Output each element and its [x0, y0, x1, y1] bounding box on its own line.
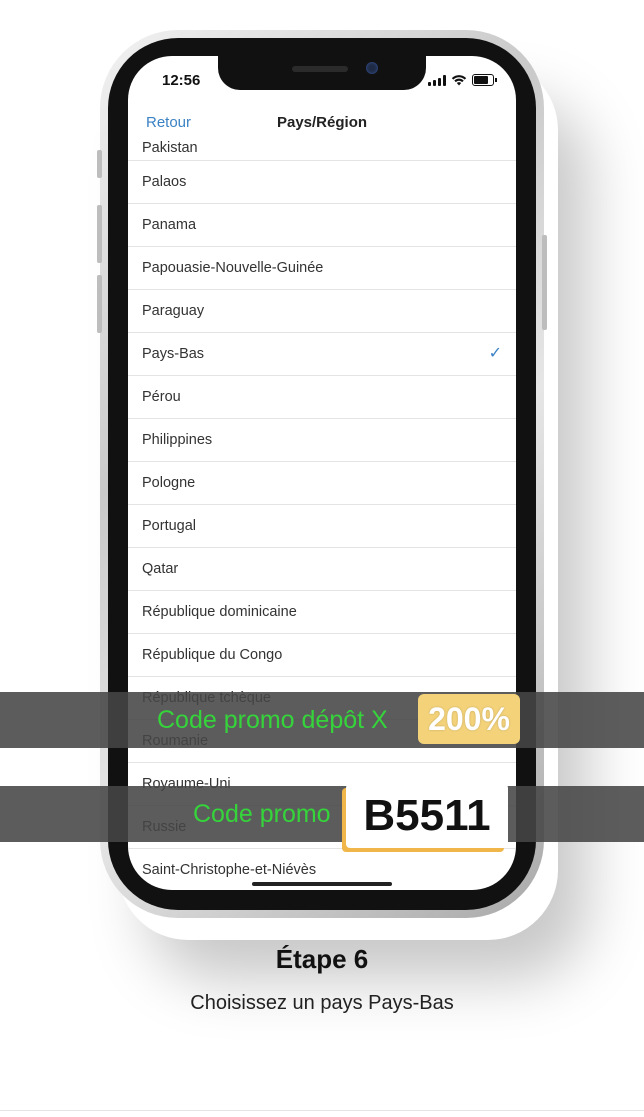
speaker — [292, 66, 348, 72]
promo-text-2: Code promo — [193, 800, 331, 828]
country-name: Pays-Bas — [142, 346, 205, 362]
side-button-volume-down — [97, 275, 102, 333]
country-name: Paraguay — [142, 303, 205, 319]
page: 12:56 Retour Pays/Région Pakistan Palaos — [0, 0, 644, 1117]
page-title: Pays/Région — [276, 114, 368, 131]
front-camera — [366, 62, 378, 74]
checkmark-icon: ✓ — [488, 345, 502, 362]
country-row[interactable]: Papouasie-Nouvelle-Guinée — [128, 247, 516, 290]
status-icons — [428, 72, 497, 86]
country-name: Palaos — [142, 174, 187, 190]
country-name: Saint-Christophe-et-Niévès — [142, 862, 317, 878]
cellular-signal-icon — [428, 75, 446, 86]
country-name: République du Congo — [142, 647, 283, 663]
country-name: République dominicaine — [142, 604, 297, 620]
country-row[interactable]: Philippines — [128, 419, 516, 462]
country-name: Qatar — [142, 561, 179, 577]
country-row[interactable]: Pérou — [128, 376, 516, 419]
country-name: Panama — [142, 217, 197, 233]
country-row[interactable]: Pakistan — [128, 140, 516, 161]
notch — [218, 56, 426, 90]
step-title: Étape 6 — [275, 944, 369, 974]
promo-percentage-badge: 200% — [418, 694, 520, 744]
navigation-bar: Retour Pays/Région — [128, 102, 516, 142]
country-name: Philippines — [142, 432, 213, 448]
country-row[interactable]: Qatar — [128, 548, 516, 591]
country-row[interactable]: Panama — [128, 204, 516, 247]
country-row[interactable]: République dominicaine — [128, 591, 516, 634]
battery-icon — [472, 74, 497, 86]
country-row[interactable]: Portugal — [128, 505, 516, 548]
country-name: Pakistan — [142, 140, 198, 156]
status-time: 12:56 — [162, 72, 201, 89]
country-row[interactable]: Palaos — [128, 161, 516, 204]
promo-text-1: Code promo dépôt X — [157, 706, 388, 734]
country-row[interactable]: République du Congo — [128, 634, 516, 677]
country-list: Pakistan Palaos Panama Papouasie-Nouvelle-G… — [128, 140, 516, 890]
side-button-silent — [97, 150, 102, 178]
country-row[interactable]: Pologne — [128, 462, 516, 505]
side-button-power — [542, 235, 547, 330]
country-row[interactable]: Paraguay — [128, 290, 516, 333]
phone-screen: 12:56 Retour Pays/Région Pakistan Palaos — [128, 56, 516, 890]
divider — [0, 1110, 644, 1111]
country-row[interactable]: Pays-Bas ✓ — [128, 333, 516, 376]
home-indicator[interactable] — [252, 882, 392, 886]
step-description: Choisissez un pays Pays-Bas — [190, 992, 454, 1014]
country-name: Papouasie-Nouvelle-Guinée — [142, 260, 324, 276]
promo-code-box: B5511 — [346, 784, 508, 848]
country-name: Pologne — [142, 475, 196, 491]
side-button-volume-up — [97, 205, 102, 263]
country-name: Pérou — [142, 389, 181, 405]
country-name: Portugal — [142, 518, 197, 534]
wifi-icon — [451, 75, 467, 86]
